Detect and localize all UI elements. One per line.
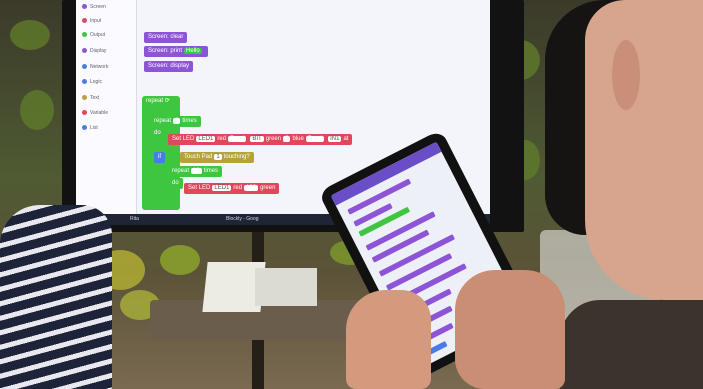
category-dot-icon [82,18,87,24]
category-dot-icon [82,125,87,131]
sidebar-item[interactable]: Variable [82,110,108,116]
category-dot-icon [82,48,87,54]
sidebar-item[interactable]: Output [82,32,105,38]
left-hand [346,290,431,389]
sidebar-item[interactable]: Input [82,18,101,24]
right-hand [455,270,565,389]
taskbar-search[interactable]: Rita [130,216,139,222]
do-label-2: do [168,178,183,189]
repeat-inner-block[interactable]: repeat 10 times [168,166,223,177]
refresh-icon: ⟳ [164,98,170,104]
sidebar-item[interactable]: Screen [82,4,106,10]
screen-display-block[interactable]: Screen: display [144,61,194,72]
set-led-block-2[interactable]: Set LED LED1 red 100 green [184,183,280,194]
led-var-field[interactable]: LED1 [196,136,216,142]
category-dot-icon [82,32,87,38]
category-dot-icon [82,95,87,101]
person-left-striped-shirt [0,205,112,389]
sidebar-item[interactable]: Display [82,48,106,54]
category-dot-icon [82,4,87,10]
sidebar-item[interactable]: List [82,125,98,131]
if-block[interactable]: if [154,152,165,163]
screen-clear-block[interactable]: Screen: clear [144,32,188,43]
person-right-shoulder [560,300,703,389]
touch-pad-block[interactable]: Touch Pad 1 touching? [180,152,254,163]
taskbar-app[interactable]: Blockly - Goog [226,216,259,222]
sidebar-item[interactable]: Logic [82,79,102,85]
repeat-block[interactable]: repeat 8 times [150,116,201,127]
repeat-count-field[interactable]: 8 [173,118,181,124]
sidebar-item[interactable]: Network [82,64,108,70]
ear [612,40,640,110]
blocks-sidebar: Screen Input Output Display Network Logi… [76,0,137,214]
tablet-block[interactable] [371,229,430,263]
repeat-inner-count-field[interactable]: 10 [191,168,202,174]
screen-print-block[interactable]: Screen: print Hello [144,46,208,57]
print-text-field[interactable]: Hello [184,48,202,54]
set-led-block[interactable]: Set LED LED1 red Read BIT green 0 blue Read IN1 at [168,134,353,145]
category-dot-icon [82,79,87,85]
category-dot-icon [82,110,87,116]
white-box-2 [255,268,317,306]
read-field[interactable]: Read [228,136,247,142]
do-label: do [150,128,165,139]
category-dot-icon [82,64,87,70]
sidebar-item[interactable]: Text [82,95,99,101]
person-right-face [585,0,703,300]
